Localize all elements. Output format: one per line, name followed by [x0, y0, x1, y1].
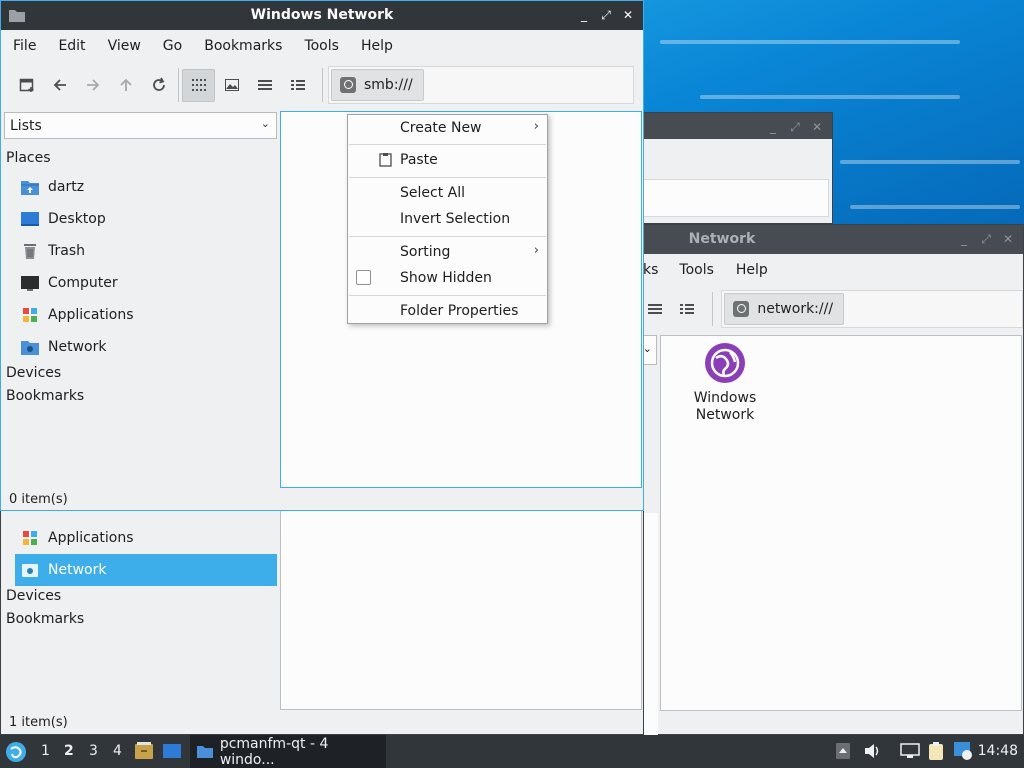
trash-icon [20, 241, 40, 261]
menu-view[interactable]: View [97, 38, 152, 54]
bookmarks-header: Bookmarks [6, 611, 85, 627]
bookmarks-header: Bookmarks [6, 388, 85, 404]
chevron-right-icon: › [533, 243, 539, 258]
clipboard-tray-icon[interactable] [927, 741, 945, 761]
menu-item-paste[interactable]: Paste [348, 147, 547, 173]
menu-item-create-new[interactable]: Create New › [348, 115, 547, 141]
menu-help[interactable]: Help [725, 262, 779, 278]
back-button[interactable] [43, 69, 76, 102]
chevron-right-icon: › [533, 119, 539, 134]
devices-header: Devices [6, 588, 62, 604]
side-pane-mode-select[interactable]: Lists ⌄ [4, 112, 277, 139]
maximize-icon[interactable]: ⤢ [597, 5, 615, 25]
network-icon [20, 337, 40, 357]
sidebar-item-network[interactable]: Network [15, 554, 277, 586]
menu-item-show-hidden[interactable]: Show Hidden [348, 265, 547, 291]
computer-icon [20, 273, 40, 293]
sidebar-item-applications[interactable]: Applications [15, 299, 277, 331]
toolbar: smb:/// [1, 61, 643, 109]
sidebar-item-computer[interactable]: Computer [15, 267, 277, 299]
titlebar[interactable]: Windows Network _ ⤢ ✕ [1, 1, 643, 30]
menubar: ks Tools Help [601, 254, 1023, 285]
menu-edit[interactable]: Edit [47, 38, 96, 54]
menubar: File Edit View Go Bookmarks Tools Help [1, 30, 643, 61]
chevron-down-icon: ⌄ [260, 117, 270, 130]
compact-view-button[interactable] [248, 69, 281, 102]
workspace-4[interactable]: 4 [113, 743, 122, 759]
thumbnail-view-button[interactable] [215, 69, 248, 102]
window-title: Windows Network [250, 7, 394, 23]
windows-network-icon[interactable] [704, 342, 746, 384]
devices-header: Devices [6, 365, 62, 381]
menu-item-folder-properties[interactable]: Folder Properties [348, 298, 547, 324]
home-folder-icon [20, 177, 40, 197]
close-icon[interactable]: ✕ [808, 117, 826, 137]
status-text: 0 item(s) [9, 492, 68, 507]
applications-icon [20, 528, 40, 548]
maximize-icon[interactable]: ⤢ [977, 229, 995, 249]
places-header: Places [6, 150, 51, 166]
sidebar-item-trash[interactable]: Trash [15, 235, 277, 267]
context-menu: Create New › Paste Select All Invert Sel… [347, 114, 548, 324]
workspace-1[interactable]: 1 [41, 743, 50, 759]
status-text: 1 item(s) [9, 715, 68, 730]
workspace-3[interactable]: 3 [89, 743, 98, 759]
menu-item-invert-selection[interactable]: Invert Selection [348, 206, 547, 232]
minimize-icon[interactable]: _ [764, 117, 782, 137]
compact-view-button[interactable] [671, 293, 703, 326]
show-hidden-checkbox[interactable] [356, 270, 371, 285]
workspace-2[interactable]: 2 [64, 743, 74, 759]
folder-icon [197, 745, 213, 758]
menu-tools[interactable]: Tools [293, 38, 350, 54]
network-window[interactable]: Network _ ⤢ ✕ ks Tools Help network:/// Wi… [600, 224, 1024, 735]
sidebar-item-network[interactable]: Network [15, 331, 277, 363]
applications-icon [20, 305, 40, 325]
minimize-icon[interactable]: _ [955, 229, 973, 249]
menu-help[interactable]: Help [350, 38, 404, 54]
path-bar[interactable]: smb:/// [328, 66, 634, 104]
reload-button[interactable] [142, 69, 175, 102]
taskbar-task-pcmanfm[interactable]: pcmanfm-qt - 4 windo... [190, 735, 386, 768]
menu-go[interactable]: Go [152, 38, 193, 54]
show-desktop-icon[interactable] [162, 742, 182, 760]
update-notifier-icon[interactable] [953, 741, 973, 761]
forward-button[interactable] [76, 69, 109, 102]
network-path-icon [733, 301, 750, 317]
start-menu-icon[interactable] [5, 741, 27, 763]
file-view[interactable] [280, 510, 642, 710]
file-item-label: Windows Network [693, 390, 757, 423]
menu-item-sorting[interactable]: Sorting › [348, 239, 547, 265]
sidebar-item-desktop[interactable]: Desktop [15, 203, 277, 235]
close-icon[interactable]: ✕ [999, 229, 1017, 249]
file-view[interactable]: Windows Network [660, 335, 1022, 711]
path-button[interactable]: smb:/// [331, 69, 424, 101]
icon-view-button[interactable] [182, 68, 215, 102]
path-bar[interactable]: network:/// [721, 290, 1023, 328]
lower-window[interactable]: Applications Network Devices Bookmarks 1… [0, 510, 644, 735]
clock[interactable]: 14:48 [978, 743, 1018, 759]
menu-item-select-all[interactable]: Select All [348, 180, 547, 206]
minimize-icon[interactable]: _ [575, 5, 593, 25]
menu-tools[interactable]: Tools [668, 262, 725, 278]
sidebar-item-dartz[interactable]: dartz [15, 171, 277, 203]
path-button[interactable]: network:/// [724, 293, 845, 325]
sidebar-item-applications[interactable]: Applications [15, 522, 277, 554]
detailed-view-button[interactable] [281, 69, 314, 102]
toolbar: network:/// [601, 285, 1023, 333]
taskbar: 1 2 3 4 pcmanfm-qt - 4 windo... 14:48 [0, 735, 1024, 768]
desktop-icon [20, 209, 40, 229]
network-path-icon [340, 77, 356, 93]
volume-icon[interactable] [864, 743, 882, 759]
network-tray-icon[interactable] [900, 743, 920, 759]
close-icon[interactable]: ✕ [619, 5, 637, 25]
new-tab-button[interactable] [10, 69, 43, 102]
maximize-icon[interactable]: ⤢ [786, 117, 804, 137]
up-button[interactable] [109, 69, 142, 102]
network-icon [20, 560, 40, 580]
file-manager-launcher-icon[interactable] [134, 741, 154, 761]
tray-up-arrow-icon[interactable] [836, 743, 850, 759]
clipboard-icon [379, 153, 392, 167]
menu-file[interactable]: File [2, 38, 47, 54]
menu-bookmarks[interactable]: Bookmarks [193, 38, 293, 54]
